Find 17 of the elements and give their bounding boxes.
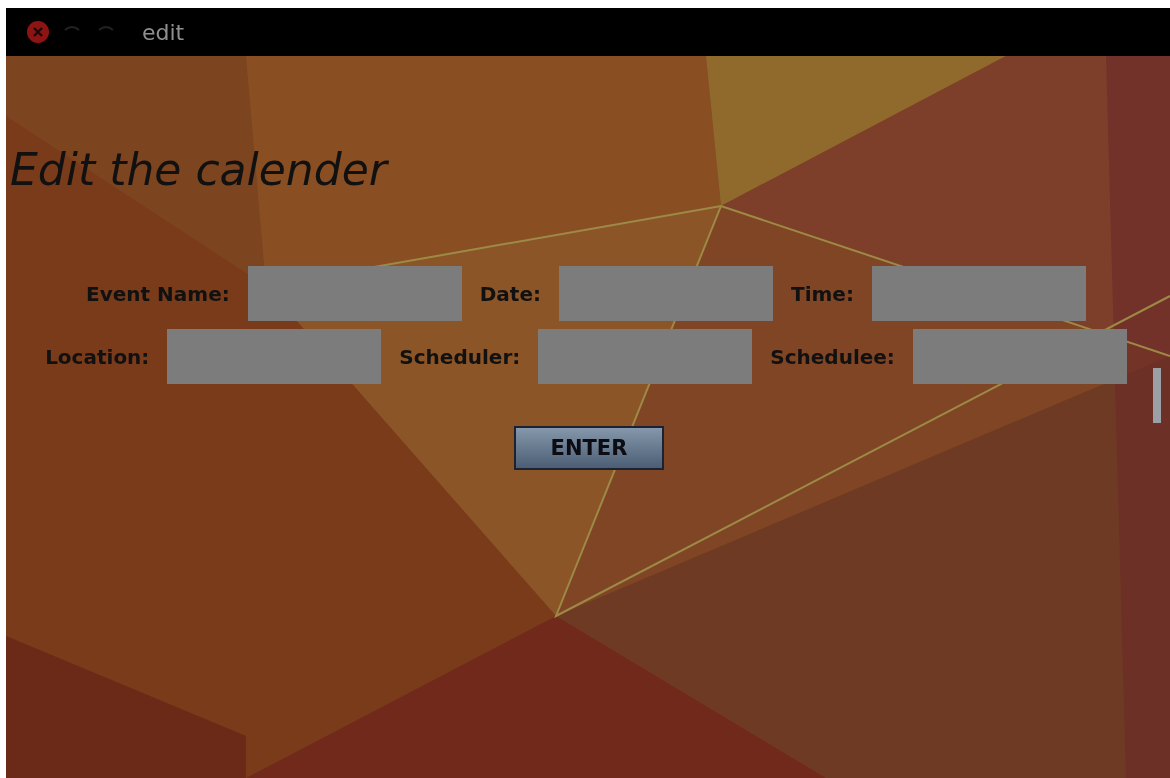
scrollbar-thumb[interactable] <box>1153 368 1161 423</box>
input-field[interactable] <box>871 266 1086 321</box>
input-field[interactable] <box>559 266 773 321</box>
input-field[interactable] <box>912 329 1127 384</box>
input-field[interactable] <box>247 266 462 321</box>
enter-button[interactable]: ENTER <box>514 426 664 470</box>
page-heading: Edit the calender <box>10 143 390 197</box>
field-label: Schedulee: <box>770 344 895 369</box>
field-label: Scheduler: <box>399 344 521 369</box>
input-field[interactable] <box>538 329 753 384</box>
field-label: Location: <box>45 344 150 369</box>
field-label: Time: <box>791 281 854 306</box>
close-icon[interactable] <box>26 20 50 44</box>
field-label: Event Name: <box>86 281 230 306</box>
input-field[interactable] <box>167 329 382 384</box>
field-label: Date: <box>479 281 541 306</box>
window-title: edit <box>142 19 185 45</box>
